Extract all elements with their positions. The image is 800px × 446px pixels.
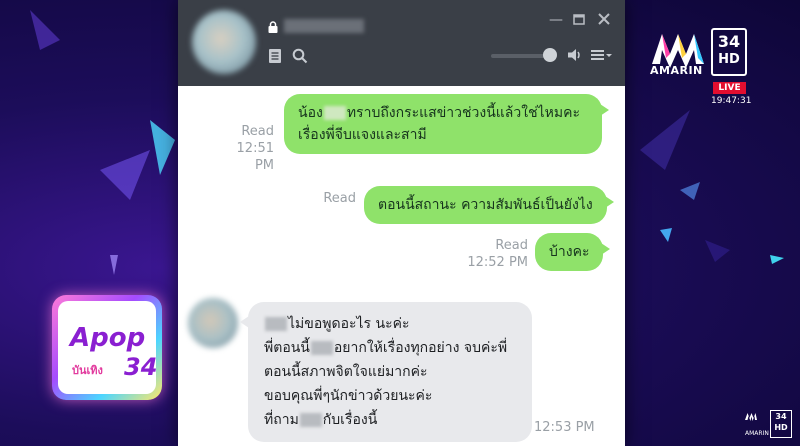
message-meta: Read 12:52 PM [466,237,528,271]
lock-icon [268,21,278,33]
corner-hd-label: HD [774,423,788,432]
close-icon[interactable] [598,13,610,25]
menu-icon[interactable] [591,49,613,61]
message-time: 12:52 PM [467,255,528,270]
message-line: ที่ถาม กับเรื่องนี้ [264,412,378,428]
contact-avatar[interactable] [192,10,256,74]
message-time: 12:51 PM [236,141,274,173]
live-clock: 19:47:31 [711,96,752,106]
message-meta: Read [318,190,356,207]
redacted-name [323,106,346,120]
read-status: Read [495,238,528,253]
read-status: Read [241,124,274,139]
redacted-name [265,317,287,331]
hd-label: HD [718,52,740,67]
outgoing-message[interactable]: บ้างคะ [535,233,611,271]
message-line: ขอบคุณพี่ๆนักข่าวด้วยนะค่ะ [264,388,433,404]
message-line: พี่ตอนนี้ อยากให้เรื่องทุกอย่าง จบค่ะพี่ [264,340,508,356]
channel-name: AMARIN [650,64,703,77]
corner-channel-badge: 34 HD [770,410,792,438]
redacted-name [299,413,322,427]
show-logo-title: Apop [70,323,146,353]
show-logo-number: 34 [124,353,158,381]
search-icon[interactable] [292,48,308,64]
message-time: 12:53 PM [534,420,595,435]
message-list: Read 12:51 PM น้อง ทราบถึงกระแสข่าวช่วงนี… [178,86,625,446]
read-status: Read [323,191,356,206]
outgoing-message[interactable]: ตอนนี้สถานะ ความสัมพันธ์เป็นยังไง [364,186,614,224]
show-logo-inner: Apop บันเทิง 34 [58,301,158,394]
redacted-name [310,341,333,355]
maximize-icon[interactable] [573,14,585,25]
notes-icon[interactable] [268,48,282,64]
volume-slider-knob[interactable] [543,48,557,62]
show-logo-subtitle: บันเทิง [72,364,103,377]
live-badge: LIVE [713,82,746,94]
message-line: น้อง ทราบถึงกระแสข่าวช่วงนี้แล้วใช่ไหมคะ [298,105,580,121]
message-meta: Read 12:51 PM [214,123,274,174]
outgoing-message[interactable]: น้อง ทราบถึงกระแสข่าวช่วงนี้แล้วใช่ไหมคะ … [284,94,609,154]
corner-channel-name: AMARIN [745,430,769,437]
speaker-icon[interactable] [567,48,583,62]
chat-window: — Read 12:51 PM น้อง ทราบถึงกระแสข่าวช่ว… [178,0,625,446]
message-line: เรื่องพี่จีบแจงและสามี [298,127,427,143]
message-line: ไม่ขอพูดอะไร นะค่ะ [264,312,516,336]
message-text: บ้างคะ [549,244,590,260]
corner-channel-number: 34 [775,412,787,421]
volume-slider[interactable] [491,54,551,58]
message-line: ตอนนี้สภาพจิตใจแย่มากค่ะ [264,364,428,380]
minimize-icon[interactable]: — [549,12,563,28]
channel-number: 34 [717,32,741,51]
contact-name-redacted [284,19,364,33]
corner-amarin-icon [745,413,757,421]
sender-avatar[interactable] [188,298,238,348]
chat-titlebar: — [178,0,625,86]
channel-number-badge: 34 HD [711,28,747,76]
message-text: ตอนนี้สถานะ ความสัมพันธ์เป็นยังไง [378,197,593,213]
incoming-message[interactable]: ไม่ขอพูดอะไร นะค่ะ พี่ตอนนี้ อยากให้เรื่อ… [240,302,532,442]
show-logo: Apop บันเทิง 34 [52,295,162,400]
